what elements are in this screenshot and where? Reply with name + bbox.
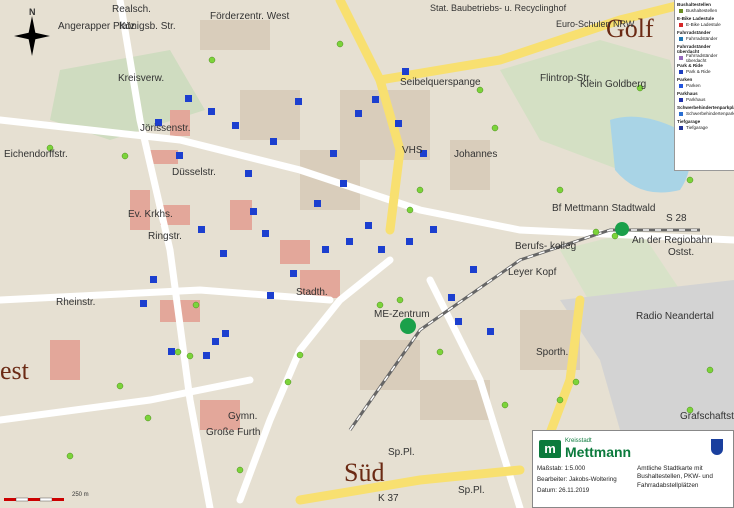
street-label: Düsselstr.: [172, 167, 216, 178]
legend-swatch-icon: [679, 111, 683, 116]
map-legend: Bushaltestellen Bushaltestellen E-Bike Lad…: [674, 0, 734, 171]
street-label: Radio Neandertal: [636, 311, 714, 322]
street-label: Jörissenstr.: [140, 123, 191, 134]
legend-swatch-icon: [679, 36, 683, 41]
legend-row: Bushaltestellen: [675, 7, 734, 14]
street-label: K 37: [378, 493, 399, 504]
editor-text: Bearbeiter: Jakobs-Woltering: [537, 476, 617, 483]
street-label: Angerapper Platz: [58, 21, 136, 32]
street-label: Bf Mettmann Stadtwald: [552, 203, 656, 214]
legend-item-label: Parkhaus: [686, 97, 706, 102]
street-label: Kreisverw.: [118, 73, 165, 84]
street-label: Große Furth: [206, 427, 261, 438]
street-label: VHS: [402, 145, 423, 156]
legend-row: Tiefgarage: [675, 124, 734, 131]
street-label: Stadth.: [296, 287, 328, 298]
date-text: Datum: 26.11.2019: [537, 487, 590, 494]
north-arrow-icon: N: [14, 8, 50, 58]
legend-section-title: Schwerbehindertenparkplatz: [677, 105, 734, 110]
street-label: S 28: [666, 213, 687, 224]
street-label: Gymn.: [228, 411, 258, 422]
legend-row: Fahrradständer überdacht: [675, 52, 734, 63]
street-label: Ostst.: [668, 247, 695, 258]
city-crest-icon: [711, 439, 723, 455]
street-label: Sporth.: [536, 347, 569, 358]
street-label: Seibelquerspange: [400, 77, 481, 88]
legend-swatch-icon: [679, 83, 683, 88]
street-label: Förderzentr. West: [210, 11, 290, 22]
street-label: Realsch.: [112, 4, 151, 15]
scalebar-label: 250 m: [72, 492, 89, 498]
city-name: Mettmann: [565, 444, 632, 460]
street-label: Ringstr.: [148, 231, 182, 242]
legend-item-label: Tiefgarage: [686, 125, 708, 130]
legend-swatch-icon: [679, 69, 683, 74]
street-label: Klein Goldberg: [580, 79, 647, 90]
street-label: ME-Zentrum: [374, 309, 430, 320]
legend-row: E-Bike Ladestule: [675, 21, 734, 28]
street-label: An der Regiobahn: [632, 235, 713, 246]
district-label-sued: Süd: [344, 458, 385, 487]
legend-row: Park & Ride: [675, 68, 734, 75]
legend-item-label: Parken: [686, 83, 701, 88]
legend-row: Parkhaus: [675, 96, 734, 103]
street-label: Johannes: [454, 149, 498, 160]
city-logo: m Kreisstadt Mettmann: [539, 437, 631, 461]
street-label: Sp.Pl.: [458, 485, 485, 496]
street-label: Rheinstr.: [56, 297, 96, 308]
street-label: Leyer Kopf: [508, 267, 557, 278]
map-meta: Maßstab: 1:5.000 Bearbeiter: Jakobs-Wolt…: [537, 465, 617, 498]
legend-item-label: Park & Ride: [686, 69, 711, 74]
legend-item-label: Bushaltestellen: [686, 8, 718, 13]
compass-north-label: N: [29, 7, 36, 17]
legend-swatch-icon: [679, 125, 683, 130]
legend-swatch-icon: [679, 22, 683, 27]
street-label: Berufs- kolleg: [515, 241, 577, 252]
legend-row: Parken: [675, 82, 734, 89]
street-label: Ev. Krkhs.: [128, 209, 173, 220]
legend-swatch-icon: [679, 8, 683, 13]
street-label: Eichendorffstr.: [4, 149, 68, 160]
legend-swatch-icon: [679, 55, 683, 60]
street-label: Stat. Baubetriebs- u. Recyclinghof: [430, 3, 567, 13]
legend-item-label: Fahrradständer überdacht: [686, 52, 718, 63]
scale-text: Maßstab: 1:5.000: [537, 465, 586, 472]
street-label: Sp.Pl.: [388, 447, 415, 458]
legend-row: Schwerbehindertenparkplatz: [675, 110, 734, 117]
logo-m-icon: m: [539, 440, 561, 458]
street-label: Grafschaftstr.: [680, 411, 734, 422]
map-description: Amtliche Stadtkarte mit Bushaltestellen,…: [637, 465, 713, 489]
legend-row: Fahrradständer: [675, 35, 734, 42]
legend-item-label: Schwerbehindertenparkplatz: [686, 111, 734, 116]
district-label-west: est: [0, 356, 29, 385]
title-block: m Kreisstadt Mettmann Maßstab: 1:5.000 B…: [532, 430, 734, 508]
street-label: Euro-Schulen NRW: [556, 19, 635, 29]
legend-item-label: E-Bike Ladestule: [686, 22, 721, 27]
legend-swatch-icon: [679, 97, 683, 102]
legend-item-label: Fahrradständer: [686, 36, 718, 41]
